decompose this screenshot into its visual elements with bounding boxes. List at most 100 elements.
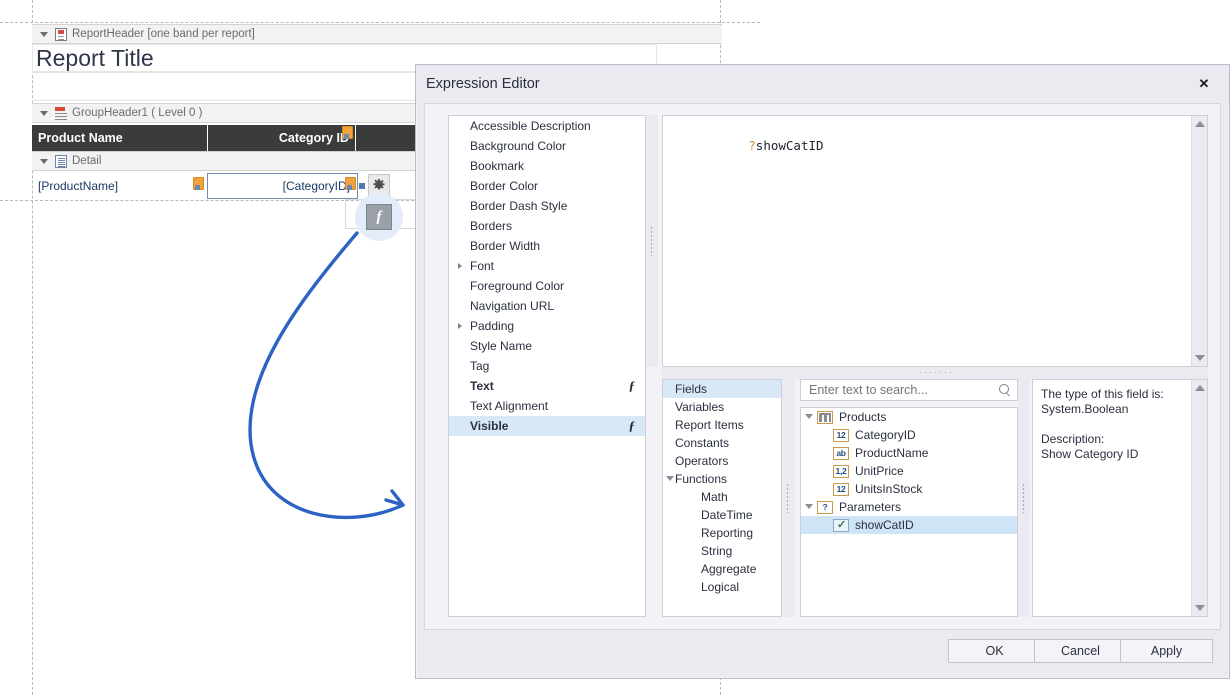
field-tree[interactable]: Products 12 CategoryID ab ProductName 1,2 Unit…	[800, 407, 1018, 617]
expression-prefix: ?	[748, 138, 756, 153]
property-item-text[interactable]: Text ƒ	[449, 376, 645, 396]
search-input[interactable]	[807, 382, 999, 398]
property-item-border-dash-style[interactable]: Border Dash Style	[449, 196, 645, 216]
field-label: UnitsInStock	[855, 482, 923, 496]
property-item-accessible-description[interactable]: Accessible Description	[449, 116, 645, 136]
field-label: UnitPrice	[855, 464, 904, 478]
scroll-down-icon[interactable]	[1195, 355, 1205, 361]
close-icon[interactable]: ✕	[1191, 74, 1217, 94]
category-item-fields[interactable]: Fields	[663, 380, 781, 398]
property-item-border-color[interactable]: Border Color	[449, 176, 645, 196]
description-pane: The type of this field is: System.Boolea…	[1032, 379, 1208, 617]
splitter-category[interactable]	[782, 379, 794, 617]
search-box[interactable]	[800, 379, 1018, 401]
expand-arrow-icon[interactable]	[458, 263, 462, 269]
property-item-style-name[interactable]: Style Name	[449, 336, 645, 356]
column-header-product-name[interactable]: Product Name	[32, 125, 208, 151]
category-item-aggregate[interactable]: Aggregate	[663, 560, 781, 578]
category-label: Logical	[701, 580, 740, 594]
field-item-showcatid[interactable]: showCatID	[801, 516, 1017, 534]
detail-band-icon	[55, 154, 67, 168]
collapse-triangle-icon[interactable]	[40, 110, 48, 116]
column-header-label: Category ID	[278, 131, 349, 145]
fx-expression-button[interactable]: f	[366, 204, 392, 230]
property-item-border-width[interactable]: Border Width	[449, 236, 645, 256]
collapse-triangle-icon[interactable]	[40, 158, 48, 164]
field-item-parameters[interactable]: ? Parameters	[801, 498, 1017, 516]
column-header-label: Product Name	[38, 131, 123, 145]
splitter-description[interactable]	[1018, 379, 1030, 617]
field-item-unitsinstock[interactable]: 12 UnitsInStock	[801, 480, 1017, 498]
category-label: Functions	[675, 472, 728, 486]
description-text: The type of this field is: System.Boolea…	[1041, 387, 1164, 461]
band-header-report-header[interactable]: ReportHeader [one band per report]	[32, 24, 722, 44]
decimal-icon: 1,2	[833, 464, 849, 478]
expression-editor-dialog: Expression Editor ✕ Accessible Descripti…	[415, 64, 1230, 679]
field-item-productname[interactable]: ab ProductName	[801, 444, 1017, 462]
property-label: Style Name	[470, 339, 533, 353]
band-label-detail: Detail	[72, 155, 102, 167]
category-item-variables[interactable]: Variables	[663, 398, 781, 416]
property-label: Accessible Description	[470, 119, 591, 133]
scroll-down-icon[interactable]	[1195, 605, 1205, 611]
group-header-icon	[55, 106, 67, 120]
data-binding-badge-icon	[193, 177, 204, 190]
apply-button[interactable]: Apply	[1120, 639, 1213, 663]
description-scrollbar[interactable]	[1191, 380, 1207, 616]
collapse-triangle-icon[interactable]	[40, 31, 48, 37]
category-label: Math	[701, 490, 728, 504]
field-item-categoryid[interactable]: 12 CategoryID	[801, 426, 1017, 444]
category-item-datetime[interactable]: DateTime	[663, 506, 781, 524]
boolean-icon	[833, 518, 849, 532]
fx-indicator-icon[interactable]: ƒ	[629, 418, 636, 434]
category-item-string[interactable]: String	[663, 542, 781, 560]
expand-arrow-icon[interactable]	[458, 323, 462, 329]
expand-arrow-icon[interactable]	[666, 476, 674, 481]
category-item-constants[interactable]: Constants	[663, 434, 781, 452]
splitter-grip	[1022, 483, 1026, 513]
category-item-logical[interactable]: Logical	[663, 578, 781, 596]
property-item-foreground-color[interactable]: Foreground Color	[449, 276, 645, 296]
category-item-functions[interactable]: Functions	[663, 470, 781, 488]
category-item-math[interactable]: Math	[663, 488, 781, 506]
category-item-operators[interactable]: Operators	[663, 452, 781, 470]
cancel-button[interactable]: Cancel	[1034, 639, 1127, 663]
expand-arrow-icon[interactable]	[805, 504, 813, 509]
dialog-footer: OK Cancel Apply	[416, 630, 1229, 678]
property-item-background-color[interactable]: Background Color	[449, 136, 645, 156]
property-item-text-alignment[interactable]: Text Alignment	[449, 396, 645, 416]
search-icon[interactable]	[999, 384, 1011, 396]
detail-cell-category-id[interactable]: [CategoryID]	[208, 174, 357, 198]
expression-scrollbar[interactable]	[1191, 116, 1207, 366]
category-item-reporting[interactable]: Reporting	[663, 524, 781, 542]
ok-button[interactable]: OK	[948, 639, 1041, 663]
scroll-up-icon[interactable]	[1195, 385, 1205, 391]
splitter-expression-bottom[interactable]	[662, 367, 1208, 379]
scroll-up-icon[interactable]	[1195, 121, 1205, 127]
splitter-grip	[650, 226, 654, 256]
property-label: Borders	[470, 219, 513, 233]
dialog-titlebar[interactable]: Expression Editor ✕	[416, 65, 1229, 103]
field-item-unitprice[interactable]: 1,2 UnitPrice	[801, 462, 1017, 480]
selection-handle[interactable]	[359, 183, 365, 189]
category-item-report-items[interactable]: Report Items	[663, 416, 781, 434]
expand-arrow-icon[interactable]	[805, 414, 813, 419]
property-label: Border Width	[470, 239, 541, 253]
property-label: Tag	[470, 359, 490, 373]
category-list[interactable]: Fields Variables Report Items Constants Oper…	[662, 379, 782, 617]
expression-textarea[interactable]: ?showCatID	[662, 115, 1208, 367]
field-item-products[interactable]: Products	[801, 408, 1017, 426]
splitter-properties[interactable]	[646, 115, 658, 367]
property-item-font[interactable]: Font	[449, 256, 645, 276]
property-item-bookmark[interactable]: Bookmark	[449, 156, 645, 176]
fx-indicator-icon[interactable]: ƒ	[629, 378, 636, 394]
property-item-visible[interactable]: Visible ƒ	[449, 416, 645, 436]
property-item-padding[interactable]: Padding	[449, 316, 645, 336]
property-item-tag[interactable]: Tag	[449, 356, 645, 376]
detail-cell-product-name[interactable]: [ProductName]	[33, 174, 208, 198]
column-header-category-id[interactable]: Category ID	[208, 125, 356, 151]
parameter-icon: ?	[817, 500, 833, 514]
property-item-navigation-url[interactable]: Navigation URL	[449, 296, 645, 316]
property-list[interactable]: Accessible Description Background Color Bo…	[448, 115, 646, 617]
property-item-borders[interactable]: Borders	[449, 216, 645, 236]
